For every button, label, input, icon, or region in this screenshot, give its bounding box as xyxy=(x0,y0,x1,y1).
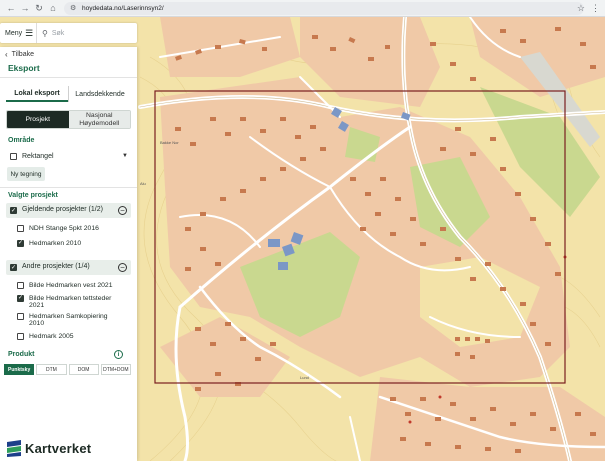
map-label: Alu xyxy=(140,181,146,186)
product-dtm-dom[interactable]: DTM+DOM xyxy=(100,364,131,375)
site-info-icon[interactable]: ⚙ xyxy=(70,5,78,13)
back-button[interactable]: ‹ Tilbake xyxy=(0,47,137,61)
url-text: hoydedata.no/Laserinnsyn2/ xyxy=(82,5,164,12)
rectangle-icon xyxy=(10,152,17,160)
kartverket-logo-icon xyxy=(7,440,21,457)
product-section: Produkt i xyxy=(0,350,137,359)
search-toolbar: Meny ☰ ⚲ Søk xyxy=(0,23,137,43)
browser-toolbar: ← → ↻ ⌂ ⚙ hoydedata.no/Laserinnsyn2/ ☆ ⋮ xyxy=(0,0,605,17)
group-other-projects[interactable]: ✓ Andre prosjekter (1/4) − xyxy=(6,260,131,275)
divider xyxy=(0,187,137,188)
reload-icon[interactable]: ↻ xyxy=(32,1,46,15)
project-label: Bilde Hedmarken tettsteder 2021 xyxy=(29,294,112,310)
new-drawing-button[interactable]: Ny tegning xyxy=(7,167,45,181)
collapse-minus-icon[interactable]: − xyxy=(118,206,127,215)
group-label: Andre prosjekter (1/4) xyxy=(22,263,90,270)
page-title: Eksport xyxy=(8,63,40,73)
project-label: Hedmarken Samkopiering 2010 xyxy=(29,312,108,328)
logo-text: Kartverket xyxy=(25,440,92,456)
project-checkbox[interactable]: ✓ xyxy=(17,239,24,247)
product-dom[interactable]: DOM xyxy=(68,364,99,375)
source-toggle: Prosjekt Nasjonal Høydemodell xyxy=(6,110,131,129)
tab-landsdekkende[interactable]: Landsdekkende xyxy=(68,86,131,102)
projects-section-label: Valgte prosjekt xyxy=(8,192,58,199)
product-punktsky[interactable]: Punktsky xyxy=(4,364,35,375)
product-dtm[interactable]: DTM xyxy=(36,364,67,375)
area-section-label: Område xyxy=(8,137,35,144)
kartverket-logo: Kartverket xyxy=(6,439,91,457)
browser-menu-icon[interactable]: ⋮ xyxy=(591,3,600,14)
search-icon: ⚲ xyxy=(42,28,48,38)
project-label: Bilde Hedmarken vest 2021 xyxy=(29,282,113,289)
bookmark-star-icon[interactable]: ☆ xyxy=(577,3,585,14)
project-checkbox[interactable] xyxy=(17,312,24,320)
group-checkbox[interactable]: ✓ xyxy=(10,264,17,271)
project-checkbox[interactable] xyxy=(17,282,24,289)
segment-nasjonal-hoydemodell[interactable]: Nasjonal Høydemodell xyxy=(68,111,130,128)
project-item[interactable]: ✓ Hedmarken 2010 xyxy=(17,239,131,248)
menu-label: Meny xyxy=(5,29,23,37)
info-icon[interactable]: i xyxy=(114,350,123,359)
back-arrow-icon[interactable]: ← xyxy=(4,1,18,15)
project-item[interactable]: ✓ Bilde Hedmarken tettsteder 2021 xyxy=(17,294,131,310)
hamburger-icon: ☰ xyxy=(25,27,34,38)
project-checkbox[interactable] xyxy=(17,332,24,340)
project-item[interactable]: Hedmarken Samkopiering 2010 xyxy=(17,312,131,328)
map-label: Lund xyxy=(300,375,309,380)
collapse-minus-icon[interactable]: − xyxy=(118,263,127,272)
map-label: Bakke Nor xyxy=(160,140,179,145)
export-tabs: Lokal eksport Landsdekkende xyxy=(6,86,131,102)
divider xyxy=(0,77,137,78)
area-select[interactable]: Rektangel ▼ xyxy=(10,150,131,162)
project-label: Hedmark 2005 xyxy=(29,332,74,340)
product-options: Punktsky DTM DOM DTM+DOM xyxy=(4,364,131,375)
project-label: Hedmarken 2010 xyxy=(29,239,82,247)
project-item[interactable]: Hedmark 2005 xyxy=(17,332,131,341)
address-bar[interactable]: ⚙ hoydedata.no/Laserinnsyn2/ xyxy=(64,2,584,15)
group-current-projects[interactable]: ✓ Gjeldende prosjekter (1/2) − xyxy=(6,203,131,218)
product-label: Produkt xyxy=(8,351,35,358)
chevron-left-icon: ‹ xyxy=(5,49,8,59)
project-label: NDH Stange 5pkt 2016 xyxy=(29,225,99,232)
export-panel: ‹ Tilbake Eksport Lokal eksport Landsdek… xyxy=(0,47,137,461)
group-checkbox[interactable]: ✓ xyxy=(10,207,17,214)
forward-arrow-icon[interactable]: → xyxy=(18,1,32,15)
project-item[interactable]: NDH Stange 5pkt 2016 xyxy=(17,225,131,233)
back-label: Tilbake xyxy=(11,50,34,58)
project-item[interactable]: Bilde Hedmarken vest 2021 xyxy=(17,282,131,290)
caret-down-icon: ▼ xyxy=(122,153,128,159)
project-checkbox[interactable]: ✓ xyxy=(17,294,24,302)
tab-lokal-eksport[interactable]: Lokal eksport xyxy=(6,86,68,102)
search-input[interactable]: Søk xyxy=(52,30,64,37)
group-label: Gjeldende prosjekter (1/2) xyxy=(22,206,103,213)
area-select-value: Rektangel xyxy=(22,152,54,160)
project-checkbox[interactable] xyxy=(17,225,24,232)
segment-prosjekt[interactable]: Prosjekt xyxy=(7,111,69,128)
home-icon[interactable]: ⌂ xyxy=(46,1,60,15)
menu-button[interactable]: Meny ☰ xyxy=(0,23,37,43)
